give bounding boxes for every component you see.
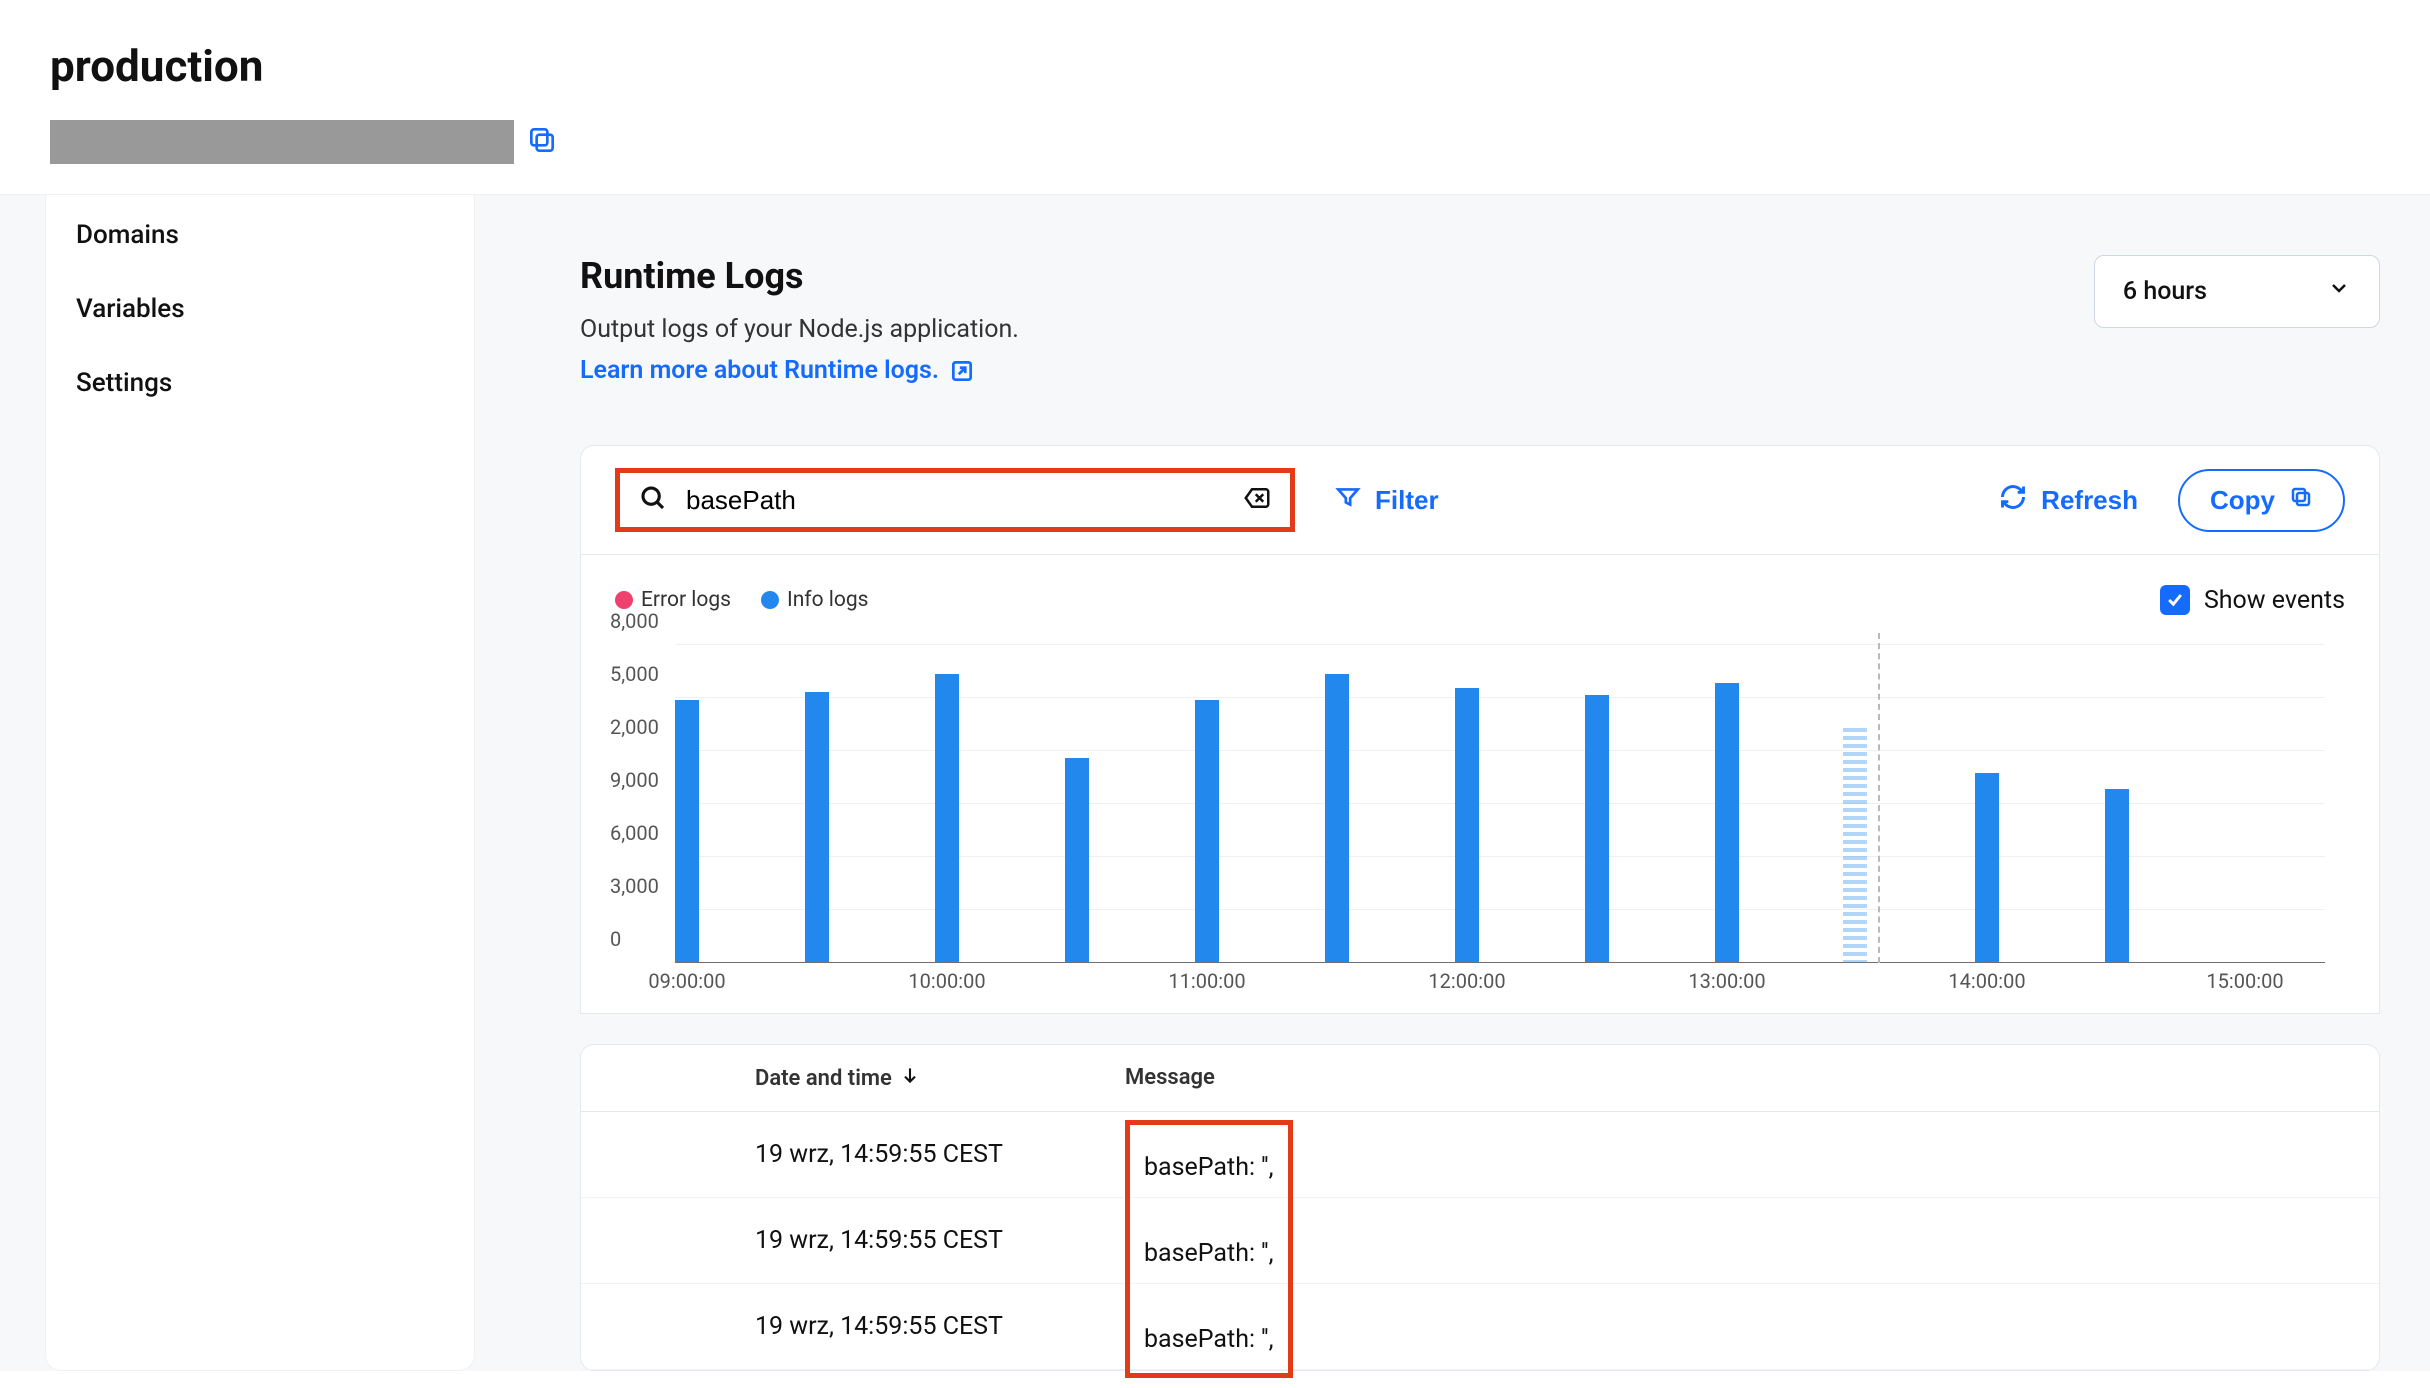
x-tick: 10:00:00 [908, 969, 985, 993]
refresh-label: Refresh [2041, 485, 2138, 516]
cell-message: basePath: '', [1144, 1239, 1274, 1268]
x-tick: 12:00:00 [1428, 969, 1505, 993]
filter-label: Filter [1375, 485, 1439, 516]
sidebar-item-variables[interactable]: Variables [46, 272, 474, 346]
bar[interactable] [1715, 683, 1739, 962]
x-tick: 13:00:00 [1688, 969, 1765, 993]
y-tick: 3,000 [610, 874, 659, 898]
refresh-icon [1999, 483, 2027, 518]
bar[interactable] [1195, 700, 1219, 962]
time-range-label: 6 hours [2123, 277, 2207, 306]
sidebar-item-settings[interactable]: Settings [46, 346, 474, 420]
x-tick: 09:00:00 [648, 969, 725, 993]
learn-more-link[interactable]: Learn more about Runtime logs. [580, 356, 975, 385]
col-date-header[interactable]: Date and time [755, 1066, 892, 1091]
bar[interactable] [1325, 674, 1349, 962]
y-tick: 9,000 [610, 768, 659, 792]
log-table: Date and time Message 19 wrz, 14:59:55 C… [580, 1044, 2380, 1371]
toolbar: Filter Refresh Copy [580, 445, 2380, 555]
bar[interactable] [1975, 773, 1999, 962]
copy-icon [2289, 485, 2313, 516]
filter-icon [1335, 484, 1361, 517]
bar[interactable] [805, 692, 829, 962]
search-input[interactable] [686, 485, 1224, 516]
show-events-label: Show events [2204, 586, 2345, 615]
y-tick: 5,000 [610, 662, 659, 686]
bar-current[interactable] [1843, 728, 1867, 962]
x-tick: 11:00:00 [1168, 969, 1245, 993]
x-tick: 15:00:00 [2206, 969, 2283, 993]
search-box-highlight [615, 468, 1295, 532]
redacted-field [50, 120, 514, 164]
y-tick: 6,000 [610, 821, 659, 845]
y-tick: 8,000 [610, 609, 659, 633]
cell-date: 19 wrz, 14:59:55 CEST [755, 1312, 1003, 1341]
error-dot-icon [615, 591, 633, 609]
chart-card: Error logs Info logs Show events 0 3,000… [580, 555, 2380, 1014]
y-tick: 0 [610, 927, 621, 951]
checkbox-checked-icon [2160, 585, 2190, 615]
event-marker [1878, 633, 1880, 963]
legend-info: Info logs [787, 588, 869, 612]
copy-icon[interactable] [526, 124, 558, 160]
cell-message: basePath: '', [1144, 1153, 1274, 1182]
chevron-down-icon [2327, 276, 2351, 307]
copy-label: Copy [2210, 485, 2275, 516]
section-desc: Output logs of your Node.js application. [580, 315, 1019, 344]
bar[interactable] [1065, 758, 1089, 962]
bar[interactable] [935, 674, 959, 962]
table-row[interactable]: 19 wrz, 14:59:55 CEST [581, 1284, 2379, 1370]
table-row[interactable]: 19 wrz, 14:59:55 CEST basePath: '', base… [581, 1112, 2379, 1198]
page-title: production [50, 40, 2380, 92]
clear-search-icon[interactable] [1242, 483, 1272, 517]
sort-desc-icon[interactable] [900, 1065, 920, 1091]
message-highlight: basePath: '', basePath: '', basePath: ''… [1125, 1120, 1293, 1378]
col-message-header[interactable]: Message [1125, 1065, 1215, 1090]
y-tick: 2,000 [610, 715, 659, 739]
info-dot-icon [761, 591, 779, 609]
time-range-dropdown[interactable]: 6 hours [2094, 255, 2380, 328]
search-icon [638, 483, 668, 517]
cell-date: 19 wrz, 14:59:55 CEST [755, 1140, 1003, 1169]
refresh-button[interactable]: Refresh [1999, 483, 2138, 518]
cell-message: basePath: '', [1144, 1325, 1274, 1354]
sidebar: Domains Variables Settings [45, 195, 475, 1371]
filter-button[interactable]: Filter [1335, 484, 1439, 517]
table-row[interactable]: 19 wrz, 14:59:55 CEST [581, 1198, 2379, 1284]
bar[interactable] [1585, 695, 1609, 962]
copy-button[interactable]: Copy [2178, 469, 2345, 532]
bar[interactable] [675, 700, 699, 962]
section-title: Runtime Logs [580, 255, 1019, 297]
main-panel: Runtime Logs Output logs of your Node.js… [475, 195, 2430, 1371]
show-events-toggle[interactable]: Show events [2160, 585, 2345, 615]
bar[interactable] [2105, 789, 2129, 962]
learn-more-label: Learn more about Runtime logs. [580, 356, 939, 385]
cell-date: 19 wrz, 14:59:55 CEST [755, 1226, 1003, 1255]
sidebar-item-domains[interactable]: Domains [46, 198, 474, 272]
bar[interactable] [1455, 688, 1479, 962]
x-tick: 14:00:00 [1948, 969, 2025, 993]
chart[interactable]: 0 3,000 6,000 9,000 2,000 5,000 8,000 [675, 633, 2325, 993]
